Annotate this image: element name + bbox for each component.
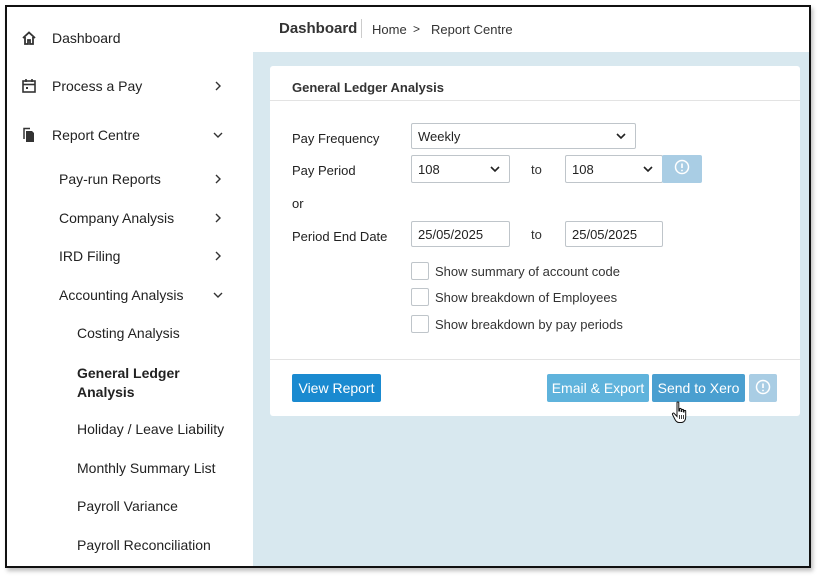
sidebar-item-label: Pay-run Reports — [59, 171, 161, 187]
chevron-down-icon — [642, 163, 654, 175]
sidebar-item-payroll-variance[interactable]: Payroll Variance — [7, 488, 253, 524]
sidebar-item-dashboard[interactable]: Dashboard — [7, 20, 253, 56]
hand-cursor-icon — [671, 401, 689, 425]
pay-period-to-select[interactable]: 108 — [565, 155, 663, 183]
pay-frequency-select[interactable]: Weekly — [411, 123, 636, 149]
pay-frequency-label: Pay Frequency — [292, 131, 380, 146]
sidebar-item-label: Monthly Summary List — [77, 460, 216, 476]
checkbox[interactable] — [411, 315, 429, 333]
main-content: Dashboard Home > Report Centre General L… — [253, 7, 809, 566]
sidebar-item-general-ledger-analysis[interactable]: General Ledger Analysis — [7, 363, 253, 403]
chevron-down-icon — [615, 130, 627, 142]
sidebar-item-pay-run-reports[interactable]: Pay-run Reports — [7, 161, 253, 197]
pay-period-label: Pay Period — [292, 163, 356, 178]
sidebar-item-label: Process a Pay — [52, 78, 143, 94]
card-title: General Ledger Analysis — [292, 80, 444, 95]
sidebar: Dashboard Process a Pay Report Centre Pa… — [7, 7, 253, 566]
home-icon — [20, 29, 38, 47]
divider — [270, 359, 800, 360]
checkbox-breakdown-employees[interactable]: Show breakdown of Employees — [411, 287, 617, 307]
view-report-button[interactable]: View Report — [292, 374, 381, 402]
chevron-right-icon — [211, 172, 225, 186]
breadcrumb-current: Report Centre — [431, 22, 513, 37]
info-icon — [755, 379, 771, 398]
pay-period-info-button[interactable] — [662, 155, 702, 183]
checkbox[interactable] — [411, 262, 429, 280]
checkbox-breakdown-pay-periods[interactable]: Show breakdown by pay periods — [411, 314, 623, 334]
period-end-to-input[interactable]: 25/05/2025 — [565, 221, 663, 247]
sidebar-item-label: General Ledger Analysis — [77, 365, 180, 400]
checkbox-label: Show breakdown of Employees — [435, 289, 618, 305]
chevron-down-icon — [211, 288, 225, 302]
sidebar-item-label: IRD Filing — [59, 248, 121, 264]
pay-frequency-value: Weekly — [418, 128, 461, 144]
page-title[interactable]: Dashboard — [279, 20, 357, 37]
report-form-card: General Ledger Analysis Pay Frequency We… — [270, 66, 800, 416]
sidebar-item-accounting-analysis[interactable]: Accounting Analysis — [7, 277, 253, 313]
sidebar-item-company-analysis[interactable]: Company Analysis — [7, 200, 253, 236]
sidebar-item-process-a-pay[interactable]: Process a Pay — [7, 68, 253, 104]
sidebar-item-label: Payroll Variance — [77, 498, 178, 514]
to-label: to — [531, 227, 542, 242]
sidebar-item-monthly-summary-list[interactable]: Monthly Summary List — [7, 450, 253, 486]
info-icon — [674, 159, 690, 180]
checkbox-label: Show summary of account code — [435, 263, 620, 279]
chevron-down-icon — [489, 163, 501, 175]
breadcrumb-home[interactable]: Home — [372, 22, 407, 37]
sidebar-item-label: Costing Analysis — [77, 325, 180, 341]
period-end-date-label: Period End Date — [292, 229, 388, 244]
sidebar-item-label: Report Centre — [52, 127, 140, 143]
sidebar-item-ird-filing[interactable]: IRD Filing — [7, 238, 253, 274]
sidebar-item-label: Holiday / Leave Liability — [77, 421, 225, 437]
pay-period-from-select[interactable]: 108 — [411, 155, 510, 183]
chevron-right-icon — [211, 79, 225, 93]
chevron-right-icon — [211, 249, 225, 263]
breadcrumb-separator: > — [413, 22, 421, 36]
sidebar-item-label: Payroll Reconciliation — [77, 537, 211, 553]
sidebar-item-label: Accounting Analysis — [59, 287, 184, 303]
period-end-from-input[interactable]: 25/05/2025 — [411, 221, 510, 247]
calendar-icon — [20, 77, 38, 95]
period-end-from-value: 25/05/2025 — [418, 226, 484, 242]
period-end-to-value: 25/05/2025 — [572, 226, 638, 242]
actions-info-button[interactable] — [749, 374, 777, 402]
sidebar-item-report-centre[interactable]: Report Centre — [7, 117, 253, 153]
sidebar-item-payroll-reconciliation[interactable]: Payroll Reconciliation — [7, 527, 253, 563]
checkbox-summary-account-code[interactable]: Show summary of account code — [411, 261, 620, 281]
sidebar-item-holiday-leave-liability[interactable]: Holiday / Leave Liability — [7, 411, 253, 447]
app-window: Dashboard Process a Pay Report Centre Pa… — [5, 5, 811, 568]
pay-period-to-value: 108 — [572, 161, 594, 177]
divider — [361, 19, 362, 38]
pay-period-from-value: 108 — [418, 161, 440, 177]
email-export-button[interactable]: Email & Export — [547, 374, 649, 402]
divider — [270, 100, 800, 101]
sidebar-item-costing-analysis[interactable]: Costing Analysis — [7, 315, 253, 351]
chevron-down-icon — [211, 128, 225, 142]
chevron-right-icon — [211, 211, 225, 225]
documents-icon — [20, 126, 38, 144]
send-to-xero-button[interactable]: Send to Xero — [652, 374, 745, 402]
to-label: to — [531, 162, 542, 177]
checkbox-label: Show breakdown by pay periods — [435, 316, 623, 332]
sidebar-item-label: Company Analysis — [59, 210, 175, 226]
or-label: or — [292, 196, 304, 211]
header: Dashboard Home > Report Centre — [253, 7, 809, 52]
checkbox[interactable] — [411, 288, 429, 306]
sidebar-item-label: Dashboard — [52, 30, 121, 46]
